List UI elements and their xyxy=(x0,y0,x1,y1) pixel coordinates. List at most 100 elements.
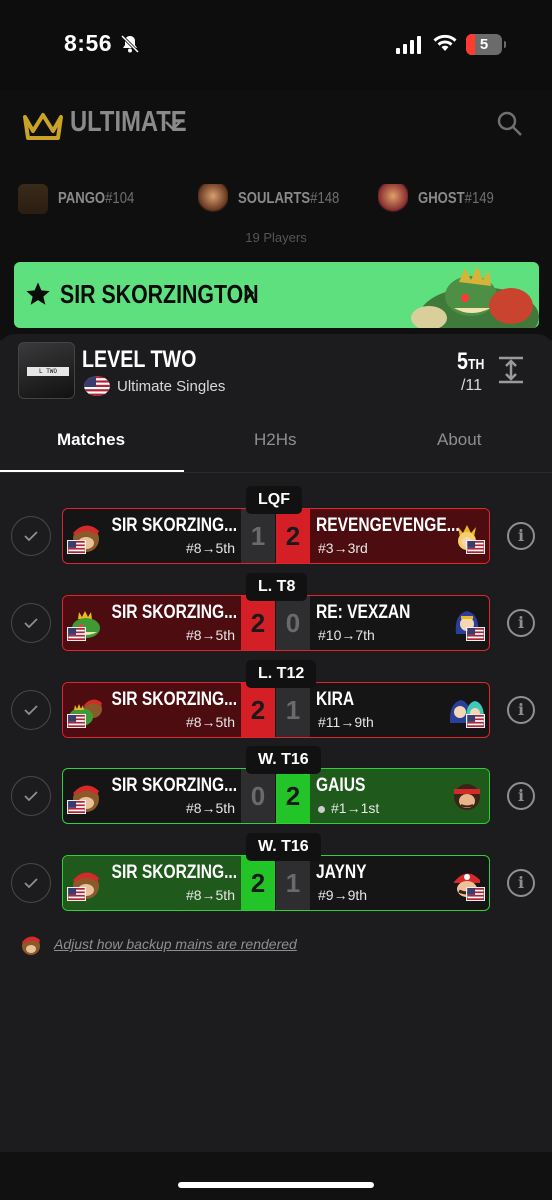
info-icon[interactable]: i xyxy=(507,869,535,897)
king-k-rool-character-art xyxy=(411,266,539,328)
check-icon[interactable] xyxy=(11,690,51,730)
event-sheet: L TWO LEVEL TWO Ultimate Singles 5TH /11… xyxy=(0,334,552,1200)
us-flag-icon xyxy=(84,376,110,396)
player-rank: #104 xyxy=(105,190,135,207)
us-flag-icon xyxy=(466,540,485,554)
seed-placement: #8→5th xyxy=(185,887,235,903)
tab-bar: Matches H2Hs About xyxy=(0,424,552,474)
battery-indicator: 5 xyxy=(466,34,506,55)
player-name: SIR SKORZING... xyxy=(111,862,237,883)
match-card[interactable]: SIR SKORZING... #8→5th 2 0 RE: VEXZAN #1… xyxy=(62,595,490,651)
cellular-signal-icon xyxy=(396,36,422,59)
banner-player-name: SIR SKORZINGTON xyxy=(60,279,259,309)
event-logo: L TWO xyxy=(18,342,75,399)
match-row[interactable]: SIR SKORZING... #8→5th 2 1 KIRA #11→9th … xyxy=(0,660,552,738)
expand-icon[interactable] xyxy=(498,356,524,389)
match-row[interactable]: SIR SKORZING... #8→5th 1 2 REVENGEVENGE.… xyxy=(0,486,552,564)
player-one-score: 2 xyxy=(241,856,275,910)
top-player-item[interactable]: PANGO#104 xyxy=(18,184,151,214)
player-name: GHOST xyxy=(418,190,465,207)
top-player-item[interactable]: GHOST#149 xyxy=(378,184,510,214)
match-row[interactable]: SIR SKORZING... #8→5th 0 2 GAIUS #1→1st … xyxy=(0,746,552,824)
star-icon xyxy=(24,280,52,313)
seed-placement: #1→1st xyxy=(318,800,379,816)
player-name: JAYNY xyxy=(316,862,367,883)
player-two: RE: VEXZAN #10→7th xyxy=(310,596,489,650)
bell-muted-icon xyxy=(120,34,140,59)
ryu-icon xyxy=(454,784,480,810)
player-name: SIR SKORZING... xyxy=(111,775,237,796)
home-indicator[interactable] xyxy=(178,1182,374,1188)
us-flag-icon xyxy=(67,714,86,728)
round-label: W. T16 xyxy=(246,746,321,774)
tab-matches[interactable]: Matches xyxy=(57,430,125,450)
us-flag-icon xyxy=(67,540,86,554)
placement-total: /11 xyxy=(460,377,482,394)
player-two-score: 1 xyxy=(276,683,310,737)
player-two: GAIUS #1→1st xyxy=(310,769,489,823)
check-icon[interactable] xyxy=(11,863,51,903)
player-name: SIR SKORZING... xyxy=(111,689,237,710)
event-title: LEVEL TWO xyxy=(82,346,197,373)
character-avatar xyxy=(378,184,408,214)
player-one: SIR SKORZING... #8→5th xyxy=(63,683,241,737)
info-icon[interactable]: i xyxy=(507,522,535,550)
chevron-down-icon[interactable] xyxy=(164,116,182,137)
us-flag-icon xyxy=(67,627,86,641)
match-row[interactable]: SIR SKORZING... #8→5th 2 1 JAYNY #9→9th … xyxy=(0,833,552,911)
player-name: PANGO xyxy=(58,190,106,207)
players-count: 19 Players xyxy=(245,230,307,245)
seed-placement: #8→5th xyxy=(185,800,235,816)
info-icon[interactable]: i xyxy=(507,782,535,810)
player-name: KIRA xyxy=(316,689,355,710)
match-card[interactable]: SIR SKORZING... #8→5th 1 2 REVENGEVENGE.… xyxy=(62,508,490,564)
player-two-score: 1 xyxy=(276,856,310,910)
info-icon[interactable]: i xyxy=(507,696,535,724)
top-player-item[interactable]: SOULARTS#148 xyxy=(198,184,362,214)
tab-h2hs[interactable]: H2Hs xyxy=(254,430,297,450)
round-label: LQF xyxy=(246,486,302,514)
check-icon[interactable] xyxy=(11,603,51,643)
us-flag-icon xyxy=(466,887,485,901)
check-icon[interactable] xyxy=(11,516,51,556)
player-name: SIR SKORZING... xyxy=(111,602,237,623)
seed-placement: #11→9th xyxy=(318,714,374,730)
player-two: KIRA #11→9th xyxy=(310,683,489,737)
crown-icon xyxy=(22,111,64,146)
character-avatar xyxy=(18,184,48,214)
player-one-score: 0 xyxy=(241,769,275,823)
us-flag-icon xyxy=(466,627,485,641)
player-one-score: 2 xyxy=(241,683,275,737)
player-two: JAYNY #9→9th xyxy=(310,856,489,910)
player-one: SIR SKORZING... #8→5th xyxy=(63,509,241,563)
us-flag-icon xyxy=(67,800,86,814)
round-label: W. T16 xyxy=(246,833,321,861)
seed-placement: #10→7th xyxy=(318,627,375,643)
player-one: SIR SKORZING... #8→5th xyxy=(63,596,241,650)
backup-mains-setting[interactable]: Adjust how backup mains are rendered xyxy=(20,932,297,956)
player-rank: #148 xyxy=(310,190,340,207)
search-icon[interactable] xyxy=(496,110,524,143)
tab-about[interactable]: About xyxy=(437,430,481,450)
player-banner[interactable]: SIR SKORZINGTON xyxy=(14,262,539,328)
bottom-bar xyxy=(0,1152,552,1200)
match-card[interactable]: SIR SKORZING... #8→5th 2 1 JAYNY #9→9th xyxy=(62,855,490,911)
status-dot xyxy=(318,805,325,813)
player-one-score: 1 xyxy=(241,509,275,563)
match-row[interactable]: SIR SKORZING... #8→5th 2 0 RE: VEXZAN #1… xyxy=(0,573,552,651)
round-label: L. T8 xyxy=(246,573,308,601)
status-bar: 8:56 5 xyxy=(0,0,552,90)
match-card[interactable]: SIR SKORZING... #8→5th 2 1 KIRA #11→9th xyxy=(62,682,490,738)
check-icon[interactable] xyxy=(11,776,51,816)
us-flag-icon xyxy=(67,887,86,901)
info-icon[interactable]: i xyxy=(507,609,535,637)
backup-mains-link[interactable]: Adjust how backup mains are rendered xyxy=(54,936,297,952)
player-two-score: 0 xyxy=(276,596,310,650)
diddy-kong-icon xyxy=(22,936,40,955)
match-card[interactable]: SIR SKORZING... #8→5th 0 2 GAIUS #1→1st xyxy=(62,768,490,824)
us-flag-icon xyxy=(466,714,485,728)
character-avatar xyxy=(198,184,228,214)
event-logo-text: L TWO xyxy=(27,367,69,376)
placement: 5TH xyxy=(456,348,484,375)
wifi-icon xyxy=(432,33,458,58)
